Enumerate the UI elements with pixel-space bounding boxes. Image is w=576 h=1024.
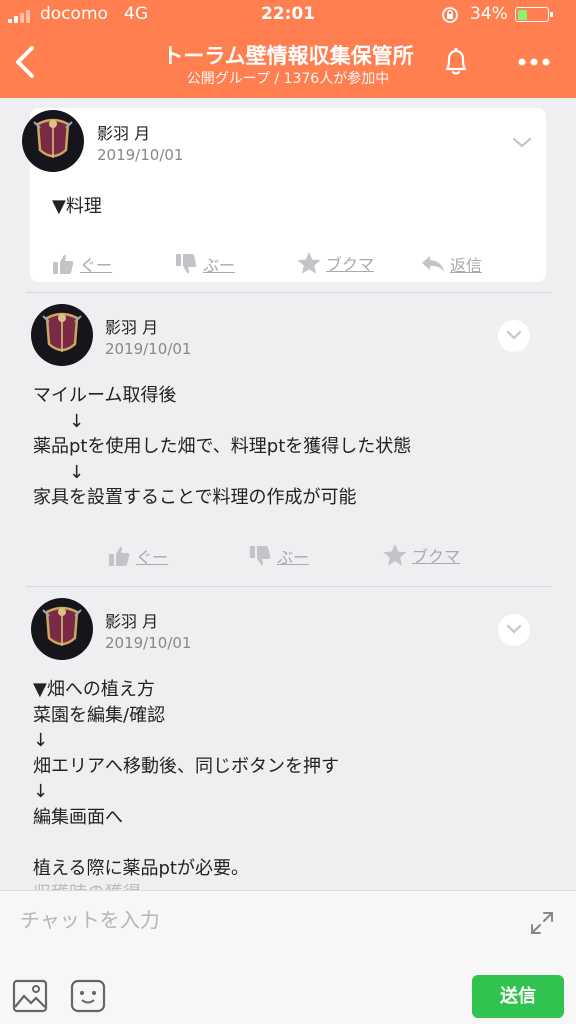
thumbs-up-icon: [109, 546, 130, 566]
shield-emblem-icon: [42, 606, 82, 646]
author-name: 影羽 月: [105, 612, 159, 631]
more-options-icon[interactable]: [514, 48, 554, 76]
post-body: マイルーム取得後 ↓ 薬品ptを使用した畑で、料理ptを獲得した状態 ↓ 家具を…: [33, 385, 412, 508]
shield-emblem-icon: [42, 312, 82, 352]
chat-input[interactable]: チャットを入力: [20, 903, 500, 937]
post-date: 2019/10/01: [105, 340, 192, 358]
group-header: トーラム壁情報収集保管所 公開グループ / 1376人が参加中: [0, 30, 576, 98]
dislike-label: ぶー: [203, 256, 236, 275]
post-date: 2019/10/01: [105, 634, 192, 652]
bookmark-label: ブクマ: [412, 547, 461, 566]
avatar[interactable]: [22, 110, 84, 172]
thumbs-down-icon: [250, 546, 271, 566]
chevron-down-icon: [506, 624, 522, 634]
post-body: ▼料理: [52, 196, 102, 217]
battery-percent: 34%: [470, 4, 508, 24]
dislike-button[interactable]: ぶー: [175, 252, 235, 276]
image-icon[interactable]: [12, 979, 48, 1013]
dislike-button[interactable]: ぶー: [249, 544, 309, 568]
group-subtitle: 公開グループ / 1376人が参加中: [186, 71, 390, 87]
bookmark-button[interactable]: ブクマ: [382, 543, 460, 567]
avatar[interactable]: [31, 304, 93, 366]
notification-bell-icon[interactable]: [438, 44, 474, 80]
message-feed[interactable]: 影羽 月 2019/10/01 ▼料理 ぐー ぶー ブクマ 返信 影羽 月 20…: [0, 98, 576, 890]
thumbs-up-icon: [53, 254, 74, 274]
expand-icon[interactable]: [528, 909, 556, 937]
like-label: ぐー: [136, 548, 169, 567]
bookmark-button[interactable]: ブクマ: [296, 251, 374, 275]
star-icon: [383, 544, 407, 566]
bookmark-label: ブクマ: [326, 255, 375, 274]
post-card: 影羽 月 2019/10/01 ▼料理 ぐー ぶー ブクマ 返信: [22, 108, 546, 282]
like-label: ぐー: [80, 256, 113, 275]
battery-icon: [515, 7, 553, 22]
send-button[interactable]: 送信: [472, 975, 564, 1018]
author-name: 影羽 月: [97, 124, 151, 143]
divider: [26, 292, 552, 293]
thumbs-down-icon: [176, 254, 197, 274]
group-title: トーラム壁情報収集保管所: [162, 44, 414, 68]
reply-button[interactable]: 返信: [420, 252, 482, 276]
post-date: 2019/10/01: [97, 146, 184, 164]
star-icon: [297, 252, 321, 274]
reply-arrow-icon: [422, 256, 444, 272]
shield-emblem-icon: [33, 118, 73, 158]
chevron-down-icon[interactable]: [511, 136, 533, 150]
status-bar: docomo 4G 22:01 34%: [0, 0, 576, 30]
like-button[interactable]: ぐー: [108, 544, 168, 568]
divider: [26, 586, 552, 587]
sticker-icon[interactable]: [70, 979, 106, 1013]
reply-label: 返信: [450, 256, 483, 275]
like-button[interactable]: ぐー: [52, 252, 112, 276]
post-menu-button[interactable]: [498, 614, 530, 646]
author-name: 影羽 月: [105, 318, 159, 337]
post-menu-button[interactable]: [498, 320, 530, 352]
post-body: ▼畑への植え方 菜園を編集/確認 ↓ 畑エリアへ移動後、同じボタンを押す ↓ 編…: [33, 679, 339, 879]
dislike-label: ぶー: [277, 548, 310, 567]
rotation-lock-icon: [442, 7, 458, 23]
chevron-down-icon: [506, 330, 522, 340]
post-body-cut-off-line: 収穫時の獲得...: [33, 881, 158, 890]
avatar[interactable]: [31, 598, 93, 660]
